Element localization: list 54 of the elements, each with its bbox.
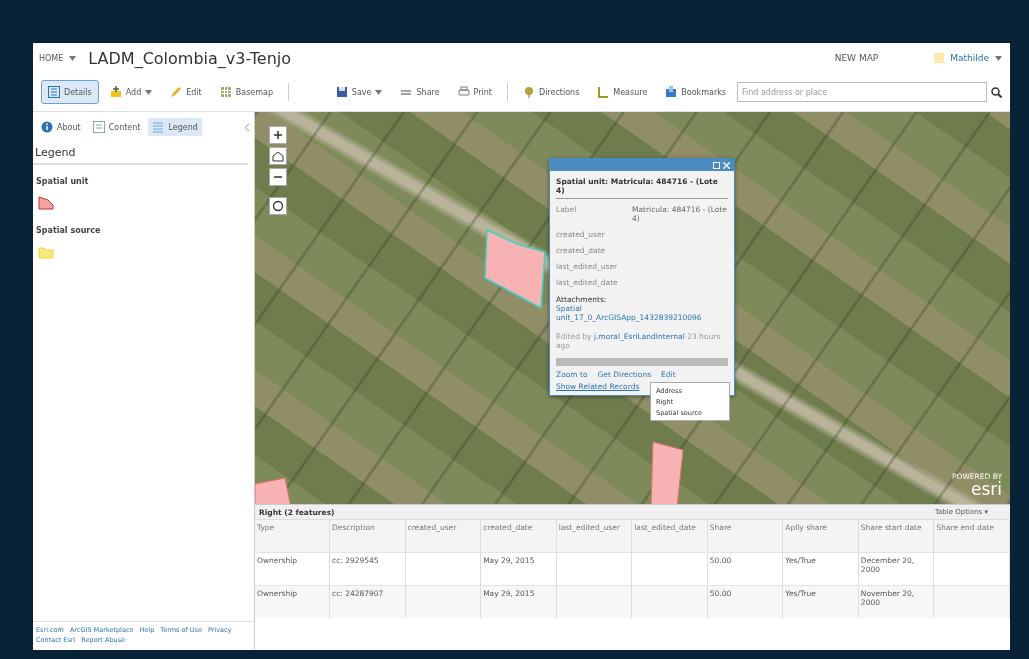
about-tab[interactable]: About bbox=[37, 118, 85, 136]
legend-tab[interactable]: Legend bbox=[148, 118, 202, 136]
home-link[interactable]: HOME bbox=[39, 53, 64, 63]
caret-icon bbox=[69, 55, 77, 61]
zoom-in-icon bbox=[272, 129, 284, 141]
list-icon bbox=[92, 121, 105, 133]
legend-icon bbox=[152, 121, 165, 133]
home-icon bbox=[272, 150, 284, 162]
search-field[interactable]: Find address or place bbox=[737, 82, 987, 102]
printer-icon bbox=[457, 86, 470, 98]
parcel-polygon[interactable] bbox=[484, 228, 546, 310]
bookmarks-button[interactable]: Bookmarks bbox=[658, 80, 733, 104]
map-title: LADM_Colombia_v3-Tenjo bbox=[88, 48, 292, 68]
zoom-in-button[interactable] bbox=[269, 126, 287, 144]
parcel-polygon[interactable] bbox=[650, 441, 684, 504]
add-button[interactable]: Add bbox=[102, 80, 160, 104]
plus-icon bbox=[109, 86, 122, 98]
caret-icon bbox=[375, 89, 383, 95]
home-button[interactable] bbox=[269, 147, 287, 165]
legend-heading: Legend bbox=[33, 142, 248, 165]
directions-button[interactable]: Directions bbox=[516, 80, 587, 104]
pencil-icon bbox=[170, 86, 183, 98]
folder-swatch-icon bbox=[38, 245, 54, 259]
legend-label: Spatial source bbox=[35, 225, 102, 237]
measure-button[interactable]: Measure bbox=[590, 80, 655, 104]
ruler-icon bbox=[597, 86, 610, 98]
caret-icon bbox=[145, 89, 153, 95]
content-tab[interactable]: Content bbox=[88, 118, 145, 136]
pin-icon bbox=[523, 86, 535, 98]
maximize-icon[interactable] bbox=[713, 161, 720, 169]
collapse-icon[interactable] bbox=[245, 123, 250, 131]
legend-label: Spatial unit bbox=[35, 176, 90, 188]
polygon-swatch-icon bbox=[38, 196, 54, 210]
close-icon[interactable] bbox=[723, 161, 730, 169]
edit-button[interactable]: Edit bbox=[163, 80, 209, 104]
bookmark-icon bbox=[665, 86, 678, 98]
user-icon bbox=[934, 53, 945, 63]
details-button[interactable]: Details bbox=[41, 80, 99, 104]
zoom-out-button[interactable] bbox=[269, 168, 287, 186]
save-button[interactable]: Save bbox=[328, 80, 390, 104]
info-icon bbox=[41, 121, 53, 133]
esri-logo: esri bbox=[970, 481, 1002, 498]
caret-icon bbox=[995, 55, 1002, 61]
locate-button[interactable] bbox=[269, 197, 287, 215]
user-menu[interactable]: Mathilde bbox=[950, 53, 989, 63]
search-icon[interactable] bbox=[991, 86, 1002, 98]
basemap-button[interactable]: Basemap bbox=[212, 80, 280, 104]
horizontal-scrollbar[interactable] bbox=[556, 358, 728, 366]
grid-icon bbox=[219, 86, 232, 98]
locate-icon bbox=[272, 200, 284, 212]
details-icon bbox=[48, 86, 60, 98]
print-button[interactable]: Print bbox=[450, 80, 499, 104]
share-button[interactable]: Share bbox=[393, 80, 447, 104]
new-map-link[interactable]: NEW MAP bbox=[834, 53, 879, 63]
